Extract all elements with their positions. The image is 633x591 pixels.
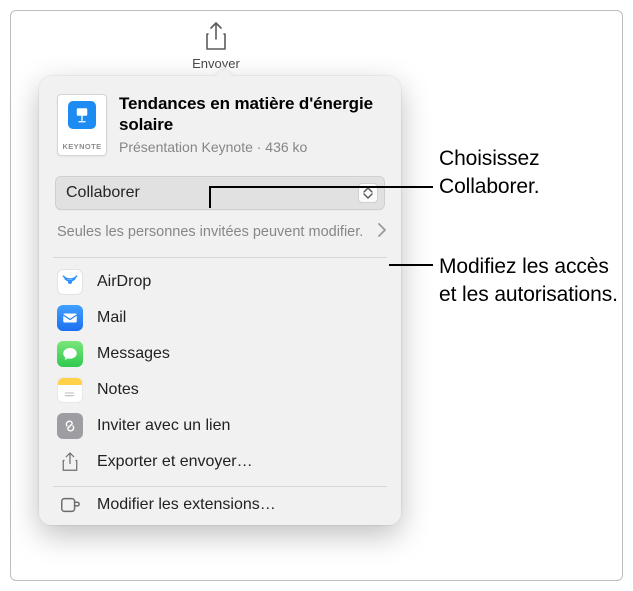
toolbar-share-button[interactable]: Envoyer (186, 21, 246, 71)
callout-permissions: Modifiez les accès et les autorisations. (439, 253, 629, 310)
file-title: Tendances en matière d'énergie solaire (119, 94, 383, 135)
callout-collaborate: Choisissez Collaborer. (439, 145, 619, 202)
share-row-airdrop[interactable]: AirDrop (39, 264, 401, 300)
chevron-right-icon (377, 222, 387, 243)
share-row-label: Mail (97, 309, 126, 327)
notes-icon (57, 377, 83, 403)
share-row-mail[interactable]: Mail (39, 300, 401, 336)
permissions-summary: Seules les personnes invitées peuvent mo… (57, 223, 369, 242)
separator (53, 486, 387, 487)
callout-line (209, 186, 433, 188)
share-row-messages[interactable]: Messages (39, 336, 401, 372)
callout-line (389, 264, 433, 266)
export-icon (57, 449, 83, 475)
extensions-icon (57, 492, 83, 518)
share-row-export[interactable]: Exporter et envoyer… (39, 444, 401, 480)
mail-icon (57, 305, 83, 331)
share-row-invite-link[interactable]: Inviter avec un lien (39, 408, 401, 444)
link-icon (57, 413, 83, 439)
messages-icon (57, 341, 83, 367)
edit-extensions-label: Modifier les extensions… (97, 496, 276, 514)
share-popover: KEYNOTE Tendances en matière d'énergie s… (39, 76, 401, 525)
collaborate-select[interactable]: Collaborer (55, 176, 385, 210)
popover-header: KEYNOTE Tendances en matière d'énergie s… (39, 76, 401, 168)
share-row-label: AirDrop (97, 273, 151, 291)
file-type-badge: KEYNOTE (62, 142, 101, 151)
file-subtitle: Présentation Keynote · 436 ko (119, 139, 383, 155)
share-row-label: Notes (97, 381, 139, 399)
share-icon (203, 40, 229, 57)
app-frame: Envoyer KEYNOTE Tendances en matière d'é… (10, 10, 623, 581)
permissions-row[interactable]: Seules les personnes invitées peuvent mo… (39, 216, 401, 255)
edit-extensions-row[interactable]: Modifier les extensions… (39, 489, 401, 525)
share-target-list: AirDrop Mail Messages Notes (39, 260, 401, 484)
keynote-app-icon (68, 101, 96, 129)
airdrop-icon (57, 269, 83, 295)
file-icon: KEYNOTE (57, 94, 107, 156)
share-row-label: Inviter avec un lien (97, 417, 230, 435)
share-row-notes[interactable]: Notes (39, 372, 401, 408)
share-row-label: Messages (97, 345, 170, 363)
share-row-label: Exporter et envoyer… (97, 453, 253, 471)
separator (53, 257, 387, 258)
